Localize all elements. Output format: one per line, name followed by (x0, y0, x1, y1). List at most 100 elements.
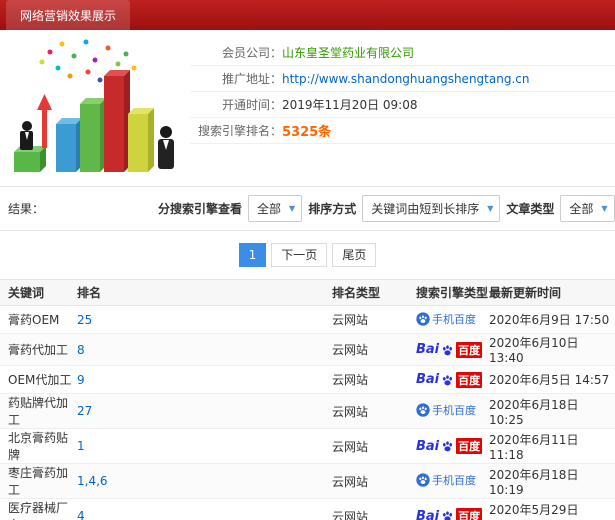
rank-count-value: 5325条 (282, 125, 332, 140)
search-engine-cell: 手机百度 (416, 463, 489, 499)
open-time-value: 2019年11月20日 09:08 (282, 98, 418, 112)
article-type-label: 文章类型 (506, 202, 555, 216)
updated-time-cell: 2020年6月5日 14:57 (489, 365, 615, 394)
rank-cell: 1,4,6 (77, 463, 332, 499)
baidu-latin-text: Bai (416, 342, 440, 357)
updated-time-cell: 2020年6月10日 13:40 (489, 333, 615, 366)
open-time-label: 开通时间： (221, 98, 282, 112)
mobile-baidu-logo: 手机百度 (416, 402, 476, 418)
table-row: 枣庄膏药加工 1,4,6 云网站 手机百度 2020年6月18日 10:19 (0, 463, 615, 499)
rank-count-row: 搜索引擎排名： 5325条 (190, 118, 615, 144)
top-bar: 网络营销效果展示 (0, 0, 615, 30)
rank-cell: 9 (77, 365, 332, 394)
header-updated-time: 最新更新时间 (489, 279, 615, 306)
keyword-cell: 枣庄膏药加工 (0, 463, 77, 499)
search-engine-cell: Bai 百度 (416, 333, 489, 366)
search-engine-cell: 手机百度 (416, 305, 489, 334)
baidu-paw-icon (441, 439, 454, 453)
keyword-cell: 北京膏药贴牌 (0, 428, 77, 464)
baidu-latin-text: Bai (416, 508, 440, 520)
mobile-baidu-logo: 手机百度 (416, 472, 476, 488)
table-row: 膏药OEM 25 云网站 手机百度 2020年6月9日 17:50 (0, 305, 615, 334)
rank-cell: 27 (77, 393, 332, 429)
baidu-paw-icon (441, 373, 454, 387)
sort-filter-label: 排序方式 (308, 202, 357, 216)
results-table: 关键词 排名 排名类型 搜索引擎类型 最新更新时间 膏药OEM 25 云网站 手机百度… (0, 279, 615, 520)
pagination: 1 下一页 尾页 (0, 231, 615, 279)
rank-type-cell: 云网站 (332, 305, 416, 334)
header-engine-type: 搜索引擎类型 (416, 279, 489, 306)
baidu-paw-icon (441, 343, 454, 357)
keyword-cell: 药贴牌代加工 (0, 393, 77, 429)
updated-time-cell: 2020年5月29日 10:32 (489, 498, 615, 520)
search-engine-cell: Bai 百度 (416, 428, 489, 464)
table-row: OEM代加工 9 云网站 Bai 百度 2020年6月5日 14:57 (0, 365, 615, 394)
sort-filter-value: 关键词由短到长排序 (371, 202, 480, 216)
table-row: 医疗器械厂家4 云网站Bai 百度 2020年5月29日 10:32 (0, 498, 615, 520)
mobile-baidu-label: 手机百度 (432, 474, 476, 487)
keyword-cell: OEM代加工 (0, 365, 77, 394)
rank-cell: 25 (77, 305, 332, 334)
rank-cell: 8 (77, 333, 332, 366)
search-engine-cell: Bai 百度 (416, 365, 489, 394)
updated-time-cell: 2020年6月18日 10:25 (489, 393, 615, 429)
rank-link[interactable]: 9 (77, 373, 85, 387)
header-keyword: 关键词 (0, 279, 77, 306)
rank-type-cell: 云网站 (332, 428, 416, 464)
mobile-baidu-icon (416, 473, 430, 487)
baidu-cn-text: 百度 (456, 371, 483, 388)
marketing-illustration (0, 34, 190, 184)
engine-filter-select[interactable]: 全部 ▼ (248, 195, 303, 222)
rank-type-cell: 云网站 (332, 365, 416, 394)
rank-type-cell: 云网站 (332, 333, 416, 366)
table-header-row: 关键词 排名 排名类型 搜索引擎类型 最新更新时间 (0, 279, 615, 306)
baidu-pc-logo: Bai 百度 (416, 371, 483, 388)
search-engine-cell: Bai 百度 (416, 498, 489, 520)
mobile-baidu-label: 手机百度 (432, 404, 476, 417)
keyword-cell: 膏药OEM (0, 305, 77, 334)
rank-type-cell: 云网站 (332, 393, 416, 429)
results-table-body: 膏药OEM 25 云网站 手机百度 2020年6月9日 17:50 膏药代加工 8 云网站 Ba… (0, 305, 615, 520)
baidu-pc-logo: Bai 百度 (416, 341, 483, 358)
next-page-button[interactable]: 下一页 (271, 243, 328, 267)
keyword-cell: 膏药代加工 (0, 333, 77, 366)
rank-cell: 1 (77, 428, 332, 464)
last-page-button[interactable]: 尾页 (332, 243, 377, 267)
rank-type-cell: 云网站 (332, 463, 416, 499)
rank-link[interactable]: 8 (77, 343, 85, 357)
rank-link[interactable]: 25 (77, 313, 92, 327)
rank-link[interactable]: 1,4,6 (77, 474, 108, 488)
article-type-select[interactable]: 全部 ▼ (560, 195, 615, 222)
header-rank-type: 排名类型 (332, 279, 416, 306)
sort-filter-select[interactable]: 关键词由短到长排序 ▼ (362, 195, 501, 222)
table-row: 北京膏药贴牌 1 云网站 Bai 百度 2020年6月11日 11:18 (0, 428, 615, 464)
updated-time-cell: 2020年6月11日 11:18 (489, 428, 615, 464)
search-engine-cell: 手机百度 (416, 393, 489, 429)
table-row: 膏药代加工 8 云网站 Bai 百度 2020年6月10日 13:40 (0, 333, 615, 366)
member-company-link[interactable]: 山东皇圣堂药业有限公司 (282, 44, 414, 61)
baidu-latin-text: Bai (416, 372, 440, 387)
open-time-row: 开通时间： 2019年11月20日 09:08 (190, 92, 615, 118)
updated-time-cell: 2020年6月9日 17:50 (489, 305, 615, 334)
baidu-cn-text: 百度 (456, 341, 483, 358)
company-info-rows: 会员公司： 山东皇圣堂药业有限公司 推广地址： http://www.shand… (190, 30, 615, 186)
page-button-1[interactable]: 1 (238, 243, 267, 267)
promo-url-link[interactable]: http://www.shandonghuangshengtang.cn (282, 72, 529, 86)
keyword-cell: 医疗器械厂家 (0, 498, 77, 520)
rank-link[interactable]: 4 (77, 509, 85, 520)
member-company-label: 会员公司： (221, 46, 282, 60)
promo-url-row: 推广地址： http://www.shandonghuangshengtang.… (190, 66, 615, 92)
tab-marketing-display[interactable]: 网络营销效果展示 (6, 0, 131, 30)
header-rank: 排名 (77, 279, 332, 306)
updated-time-cell: 2020年6月18日 10:19 (489, 463, 615, 499)
table-row: 药贴牌代加工 27 云网站 手机百度 2020年6月18日 10:25 (0, 393, 615, 429)
filter-controls: 分搜索引擎查看 全部 ▼ 排序方式 关键词由短到长排序 ▼ 文章类型 全部 ▼ … (158, 194, 615, 223)
baidu-pc-logo: Bai 百度 (416, 438, 483, 454)
mobile-baidu-logo: 手机百度 (416, 311, 476, 327)
rank-cell: 4 (77, 498, 332, 520)
rank-link[interactable]: 1 (77, 439, 85, 453)
rank-count-label: 搜索引擎排名： (197, 124, 282, 138)
promo-url-label: 推广地址： (221, 72, 282, 86)
mobile-baidu-icon (416, 311, 430, 326)
rank-link[interactable]: 27 (77, 404, 92, 418)
